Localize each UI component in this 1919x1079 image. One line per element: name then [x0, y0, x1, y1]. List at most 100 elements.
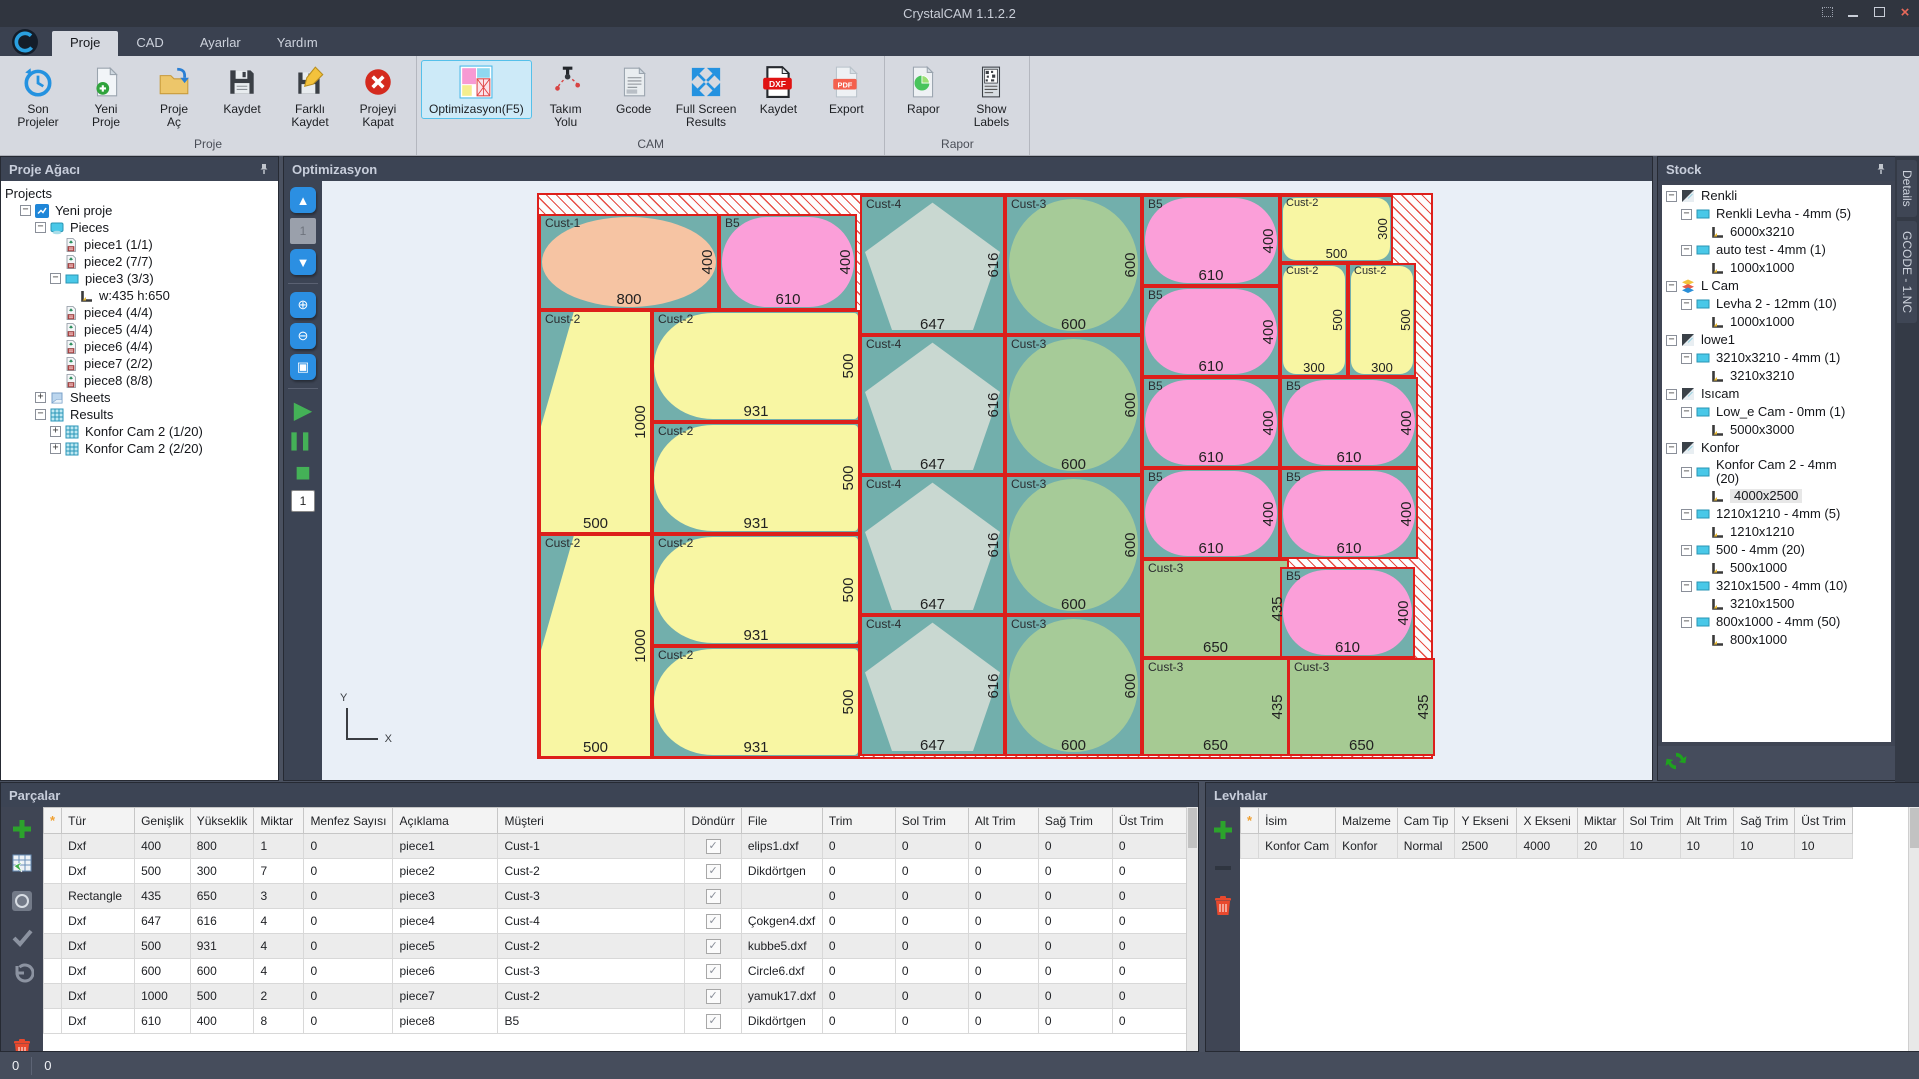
tree-item[interactable]: piece2 (7/7) [1, 253, 278, 270]
rotate-checkbox[interactable]: ✓ [706, 839, 721, 854]
rotate-checkbox[interactable]: ✓ [706, 864, 721, 879]
table-row[interactable]: Dxf60060040piece6Cust-3✓Circle6.dxf00000 [44, 959, 1188, 984]
tree-item[interactable]: 6000x3210 [1662, 223, 1891, 241]
sheet-down-button[interactable]: ▼ [290, 249, 316, 275]
column-header[interactable]: Döndürr [685, 808, 741, 834]
refresh-icon[interactable] [1664, 749, 1688, 778]
table-row[interactable]: Dxf50093140piece5Cust-2✓kubbe5.dxf00000 [44, 934, 1188, 959]
tree-item[interactable]: −Pieces [1, 219, 278, 236]
play-button[interactable]: ▶ [290, 397, 316, 423]
column-header[interactable]: Genişlik [135, 808, 191, 834]
layout-piece-cust-3[interactable]: Cust-3650435 [1288, 658, 1435, 756]
newdoc-button[interactable]: Yeni Proje [72, 60, 140, 132]
tree-item[interactable]: 4000x2500 [1662, 487, 1891, 505]
expand-toggle-icon[interactable]: + [35, 392, 46, 403]
add-piece-icon[interactable] [9, 817, 35, 841]
layout-piece-cust-2[interactable]: Cust-2931500 [652, 422, 860, 534]
layout-piece-cust-2[interactable]: Cust-2500300 [1280, 195, 1393, 263]
tree-item[interactable]: −lowe1 [1662, 331, 1891, 349]
layout-piece-b5[interactable]: B5610400 [1280, 567, 1415, 658]
menu-tab-proje[interactable]: Proje [52, 31, 118, 56]
column-header[interactable]: Üst Trim [1795, 808, 1853, 834]
remove-sheet-icon[interactable] [1210, 855, 1236, 881]
collapse-toggle-icon[interactable]: − [1681, 407, 1692, 418]
expand-toggle-icon[interactable]: + [50, 426, 61, 437]
tree-item[interactable]: +Sheets [1, 389, 278, 406]
layout-piece-cust-3[interactable]: Cust-3650435 [1142, 559, 1289, 658]
confirm-icon[interactable] [9, 925, 35, 949]
levhalar-scrollbar[interactable] [1908, 807, 1919, 1051]
column-header[interactable]: Alt Trim [968, 808, 1038, 834]
tree-item[interactable]: −Konfor [1662, 439, 1891, 457]
collapse-toggle-icon[interactable]: − [1681, 509, 1692, 520]
tree-item[interactable]: piece4 (4/4) [1, 304, 278, 321]
collapse-toggle-icon[interactable]: − [1681, 299, 1692, 310]
tree-item[interactable]: 1000x1000 [1662, 259, 1891, 277]
minimize-icon[interactable] [1845, 4, 1861, 20]
column-header[interactable]: Üst Trim [1112, 808, 1187, 834]
tree-item[interactable]: +Konfor Cam 2 (1/20) [1, 423, 278, 440]
column-header[interactable]: Alt Trim [1680, 808, 1734, 834]
layout-piece-cust-3[interactable]: Cust-3600600 [1005, 195, 1142, 335]
expand-toggle-icon[interactable]: + [50, 443, 61, 454]
sheet-up-button[interactable]: ▲ [290, 187, 316, 213]
table-row[interactable]: Dxf40080010piece1Cust-1✓elips1.dxf00000 [44, 834, 1188, 859]
tree-item[interactable]: −Konfor Cam 2 - 4mm (20) [1662, 457, 1891, 487]
column-header[interactable]: X Ekseni [1517, 808, 1577, 834]
pdf-button[interactable]: PDFExport [812, 60, 880, 119]
cutting-sheet[interactable]: Cust-1800400B5610400Cust-25001000Cust-25… [537, 193, 1433, 759]
tree-item[interactable]: +Konfor Cam 2 (2/20) [1, 440, 278, 457]
column-header[interactable]: İsim [1259, 808, 1336, 834]
pause-button[interactable]: ▌▌ [290, 428, 316, 454]
menu-tab-ayarlar[interactable]: Ayarlar [182, 31, 259, 56]
toolpath-button[interactable]: Takım Yolu [532, 60, 600, 132]
layout-piece-cust-3[interactable]: Cust-3650435 [1142, 658, 1289, 756]
column-header[interactable]: Açıklama [393, 808, 498, 834]
shape-tool-icon[interactable] [9, 889, 35, 913]
layout-piece-b5[interactable]: B5610400 [1142, 468, 1280, 559]
layout-canvas[interactable]: Cust-1800400B5610400Cust-25001000Cust-25… [322, 181, 1652, 780]
layout-piece-b5[interactable]: B5610400 [1280, 468, 1418, 559]
column-header[interactable]: File [741, 808, 822, 834]
tree-item[interactable]: −Low_e Cam - 0mm (1) [1662, 403, 1891, 421]
tree-item[interactable]: piece7 (2/2) [1, 355, 278, 372]
collapse-toggle-icon[interactable]: − [20, 205, 31, 216]
open-button[interactable]: Proje Aç [140, 60, 208, 132]
layout-piece-cust-2[interactable]: Cust-25001000 [539, 310, 652, 534]
delete-piece-icon[interactable] [9, 1037, 35, 1051]
collapse-toggle-icon[interactable]: − [1681, 353, 1692, 364]
tree-item[interactable]: −Results [1, 406, 278, 423]
column-header[interactable]: Sağ Trim [1038, 808, 1112, 834]
layout-piece-cust-4[interactable]: Cust-4647616 [860, 195, 1005, 335]
row-selector[interactable] [44, 834, 62, 859]
collapse-toggle-icon[interactable]: − [1681, 545, 1692, 556]
row-selector[interactable] [44, 909, 62, 934]
collapse-toggle-icon[interactable]: − [50, 273, 61, 284]
optimize-button[interactable]: Optimizasyon(F5) [421, 60, 532, 119]
rotate-checkbox[interactable]: ✓ [706, 914, 721, 929]
layout-piece-cust-4[interactable]: Cust-4647616 [860, 475, 1005, 615]
table-row[interactable]: Rectangle43565030piece3Cust-3✓00000 [44, 884, 1188, 909]
menu-tab-yardım[interactable]: Yardım [259, 31, 336, 56]
column-header[interactable]: Tür [62, 808, 135, 834]
column-header[interactable]: Miktar [254, 808, 304, 834]
closeproj-button[interactable]: Projeyi Kapat [344, 60, 412, 132]
tree-item[interactable]: piece1 (1/1) [1, 236, 278, 253]
tree-item[interactable]: piece5 (4/4) [1, 321, 278, 338]
layout-piece-cust-4[interactable]: Cust-4647616 [860, 335, 1005, 475]
gcode-button[interactable]: Gcode [600, 60, 668, 119]
layout-piece-b5[interactable]: B5610400 [719, 214, 857, 310]
tree-item[interactable]: −Renkli [1662, 187, 1891, 205]
collapse-toggle-icon[interactable]: − [1666, 335, 1677, 346]
report-button[interactable]: Rapor [889, 60, 957, 119]
layout-piece-cust-2[interactable]: Cust-2931500 [652, 646, 860, 758]
tree-item[interactable]: 1210x1210 [1662, 523, 1891, 541]
tree-item[interactable]: 3210x1500 [1662, 595, 1891, 613]
layout-piece-cust-2[interactable]: Cust-25001000 [539, 534, 652, 758]
recent-button[interactable]: Son Projeler [4, 60, 72, 132]
collapse-toggle-icon[interactable]: − [1681, 617, 1692, 628]
tree-item[interactable]: −500 - 4mm (20) [1662, 541, 1891, 559]
tree-item[interactable]: 800x1000 [1662, 631, 1891, 649]
collapse-toggle-icon[interactable]: − [1666, 191, 1677, 202]
column-header[interactable]: Y Ekseni [1455, 808, 1517, 834]
